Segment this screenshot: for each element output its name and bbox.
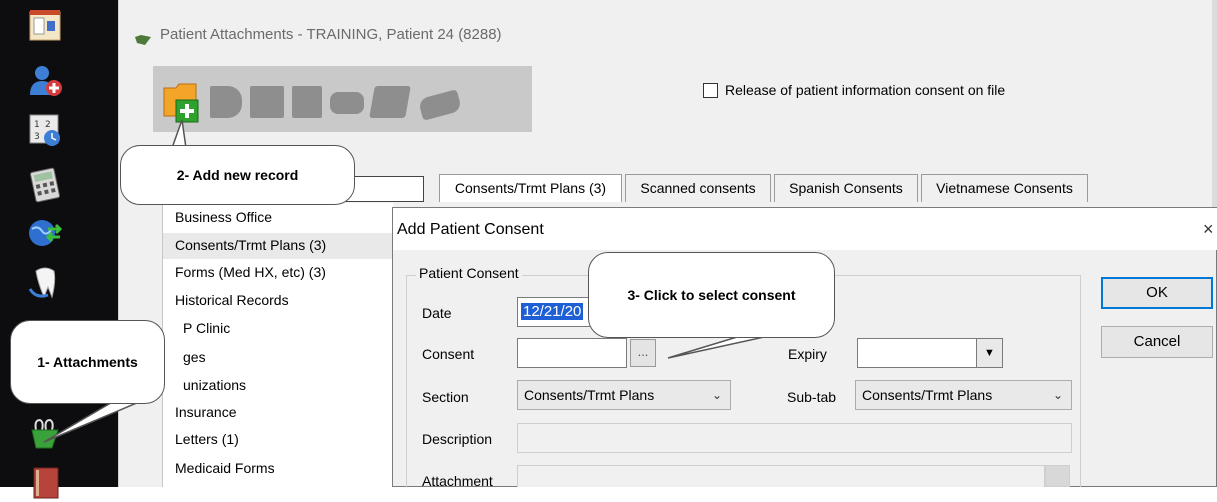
svg-text:3: 3	[34, 132, 40, 142]
category-item[interactable]: Letters (1)	[175, 431, 239, 447]
release-consent-checkbox[interactable]	[703, 83, 718, 98]
expiry-label: Expiry	[788, 346, 827, 362]
cancel-button[interactable]: Cancel	[1101, 326, 1213, 358]
category-item[interactable]: Consents/Trmt Plans (3)	[175, 237, 326, 253]
globe-icon[interactable]	[26, 215, 64, 251]
tab-consents-trmt-plans[interactable]: Consents/Trmt Plans (3)	[439, 174, 622, 202]
add-record-icon[interactable]	[162, 80, 202, 126]
callout-select-consent: 3- Click to select consent	[588, 252, 835, 338]
subtab-label: Sub-tab	[787, 389, 837, 405]
description-label: Description	[422, 431, 493, 447]
print-icon	[369, 86, 411, 118]
release-consent-label: Release of patient information consent o…	[725, 82, 1006, 98]
browse-attachment-button[interactable]	[1045, 465, 1070, 487]
chevron-down-icon: ⌄	[1052, 388, 1063, 402]
dialog-title: Add Patient Consent	[397, 221, 544, 238]
category-item[interactable]: P Clinic	[183, 320, 230, 336]
subtab-value: Consents/Trmt Plans	[862, 387, 993, 403]
callout-add-new-record: 2- Add new record	[120, 145, 355, 205]
date-label: Date	[422, 305, 452, 321]
delete-record-icon	[292, 86, 322, 118]
section-label: Section	[422, 389, 469, 405]
chevron-down-icon: ⌄	[711, 388, 722, 402]
category-item[interactable]: ges	[183, 349, 206, 365]
consent-label: Consent	[422, 346, 475, 362]
category-item[interactable]: Insurance	[175, 404, 236, 420]
date-value: 12/21/20	[521, 303, 584, 320]
svg-text:1: 1	[34, 120, 40, 130]
book-icon[interactable]	[26, 466, 64, 502]
description-field[interactable]	[517, 423, 1072, 453]
window-title: Patient Attachments - TRAINING, Patient …	[160, 26, 502, 43]
binder-clip-icon[interactable]	[26, 416, 64, 452]
section-select[interactable]: Consents/Trmt Plans ⌄	[517, 380, 731, 410]
calendar-icon[interactable]: 1 2 3	[26, 112, 64, 148]
chevron-down-icon[interactable]: ▼	[976, 338, 1003, 368]
scan-icon	[330, 92, 364, 114]
select-consent-button[interactable]: ...	[630, 339, 656, 367]
app-title-icon	[135, 35, 151, 45]
tab-spanish-consents[interactable]: Spanish Consents	[774, 174, 918, 202]
tab-scanned-consents[interactable]: Scanned consents	[625, 174, 771, 202]
chart-icon[interactable]	[26, 8, 64, 44]
expiry-field[interactable]	[857, 338, 977, 368]
tab-vietnamese-consents[interactable]: Vietnamese Consents	[921, 174, 1088, 202]
category-item[interactable]: Forms (Med HX, etc) (3)	[175, 264, 326, 280]
consent-field[interactable]	[517, 338, 627, 368]
group-label: Patient Consent	[416, 265, 522, 281]
svg-text:2: 2	[45, 120, 51, 130]
calculator-icon[interactable]	[26, 167, 64, 203]
close-icon[interactable]: ×	[1203, 219, 1214, 240]
add-patient-icon[interactable]	[26, 63, 64, 99]
edit-record-icon	[250, 86, 284, 118]
category-item[interactable]: Business Office	[175, 209, 272, 225]
attachment-field[interactable]	[517, 465, 1045, 487]
category-item[interactable]: Historical Records	[175, 292, 289, 308]
date-field[interactable]: 12/21/20	[517, 297, 599, 327]
ok-button[interactable]: OK	[1101, 277, 1213, 309]
category-item[interactable]: Medicaid Forms	[175, 460, 275, 476]
section-value: Consents/Trmt Plans	[524, 387, 655, 403]
tooth-icon[interactable]	[26, 265, 64, 301]
subtab-select[interactable]: Consents/Trmt Plans ⌄	[855, 380, 1072, 410]
callout-attachments: 1- Attachments	[10, 320, 165, 404]
category-item[interactable]: unizations	[183, 377, 246, 393]
open-record-icon	[210, 86, 242, 118]
